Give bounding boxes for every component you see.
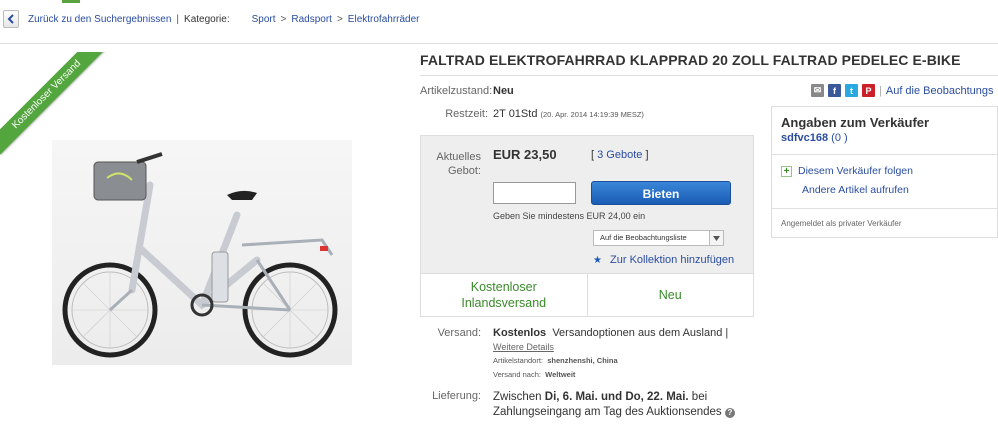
collection-row[interactable]: ★ Zur Kollektion hinzufügen bbox=[593, 254, 734, 266]
location-value: shenzhenshi, China bbox=[547, 356, 618, 365]
shipping-details-link[interactable]: Weitere Details bbox=[493, 342, 554, 352]
back-button[interactable] bbox=[3, 10, 19, 28]
seller-score[interactable]: (0 ) bbox=[831, 132, 848, 144]
chevron-down-icon bbox=[709, 231, 723, 245]
follow-seller-link[interactable]: Diesem Verkäufer folgen bbox=[798, 165, 913, 177]
badge-row: Kostenloser Inlandsversand Neu bbox=[420, 273, 754, 317]
delivery-bei: bei bbox=[691, 391, 708, 403]
time-label: Restzeit: bbox=[445, 108, 488, 120]
back-to-results-link[interactable]: Zurück zu den Suchergebnissen bbox=[28, 14, 171, 25]
delivery-und: und bbox=[601, 391, 623, 403]
ships-to: Versand nach: Weltweit bbox=[493, 370, 575, 379]
time-detail: (20. Apr. 2014 14:19:39 MESZ) bbox=[540, 110, 644, 119]
bid-button[interactable]: Bieten bbox=[591, 181, 731, 205]
email-icon[interactable]: ✉ bbox=[811, 84, 824, 97]
shipping-cost: Kostenlos bbox=[493, 327, 547, 339]
breadcrumb-radsport[interactable]: Radsport bbox=[291, 14, 332, 25]
product-photo[interactable] bbox=[52, 140, 352, 365]
shipping-options: Versandoptionen aus dem Ausland | bbox=[552, 327, 729, 339]
ships-to-label: Versand nach: bbox=[493, 370, 541, 379]
free-shipping-badge: Kostenloser Inlandsversand bbox=[421, 274, 588, 316]
follow-seller-row[interactable]: + Diesem Verkäufer folgen bbox=[781, 165, 913, 177]
divider bbox=[772, 208, 998, 209]
current-price: EUR 23,50 bbox=[493, 147, 557, 162]
delivery-date-2: Do, 22. Mai. bbox=[625, 391, 689, 403]
seller-type: Angemeldet als privater Verkäufer bbox=[781, 219, 902, 228]
plus-icon: + bbox=[781, 165, 792, 177]
twitter-icon[interactable]: t bbox=[845, 84, 858, 97]
delivery-line-2: Zahlungseingang am Tag des Auktionsendes bbox=[493, 406, 722, 418]
share-bar: ✉ f t P | Auf die Beobachtungs bbox=[811, 84, 994, 97]
condition-label: Artikelzustand: bbox=[420, 85, 493, 97]
bid-amount-input[interactable] bbox=[493, 182, 576, 204]
listing-title: FALTRAD ELEKTROFAHRRAD KLAPPRAD 20 ZOLL … bbox=[420, 52, 961, 68]
shipping-value: Kostenlos Versandoptionen aus dem Auslan… bbox=[493, 327, 728, 339]
other-items-link[interactable]: Andere Artikel aufrufen bbox=[802, 184, 909, 196]
pinterest-icon[interactable]: P bbox=[862, 84, 875, 97]
condition-badge: Neu bbox=[658, 288, 682, 302]
product-image-area[interactable]: Kostenloser Versand bbox=[0, 52, 410, 425]
kategorie-label: Kategorie: bbox=[184, 13, 230, 25]
watchlist-select-label: Auf die Beobachtungsliste bbox=[600, 233, 687, 242]
watch-link[interactable]: Auf die Beobachtungs bbox=[886, 85, 994, 97]
condition-value: Neu bbox=[493, 85, 514, 97]
divider bbox=[772, 154, 998, 155]
breadcrumb-sep: > bbox=[336, 13, 343, 25]
location-label: Artikelstandort: bbox=[493, 356, 544, 365]
facebook-icon[interactable]: f bbox=[828, 84, 841, 97]
bids-bracket-close: ] bbox=[645, 149, 649, 161]
share-sep: | bbox=[879, 84, 882, 97]
bid-count: [ 3 Gebote ] bbox=[591, 149, 649, 161]
collection-link[interactable]: Zur Kollektion hinzufügen bbox=[610, 254, 734, 266]
breadcrumb: Zurück zu den Suchergebnissen | Kategori… bbox=[0, 7, 998, 31]
shipping-label: Versand: bbox=[437, 327, 481, 339]
item-location: Artikelstandort: shenzhenshi, China bbox=[493, 356, 618, 365]
divider bbox=[420, 75, 998, 76]
current-bid-label-2: Gebot: bbox=[447, 165, 481, 177]
delivery-text-1: Zwischen bbox=[493, 391, 542, 403]
free-shipping-line-1: Kostenloser bbox=[470, 280, 537, 294]
ships-to-value: Weltweit bbox=[545, 370, 576, 379]
free-shipping-line-2: Inlandsversand bbox=[461, 296, 547, 310]
seller-name-row: sdfvc168 (0 ) bbox=[781, 132, 848, 144]
current-bid-label: Aktuelles Gebot: bbox=[420, 150, 481, 178]
top-strip bbox=[0, 0, 998, 4]
current-bid-label-1: Aktuelles bbox=[436, 151, 481, 163]
breadcrumb-elektrofahrraeder[interactable]: Elektrofahrräder bbox=[348, 14, 420, 25]
help-icon[interactable]: ? bbox=[724, 408, 735, 418]
top-accent bbox=[62, 0, 80, 3]
breadcrumb-sep: > bbox=[280, 13, 287, 25]
bids-bracket-open: [ bbox=[591, 149, 595, 161]
breadcrumb-sport[interactable]: Sport bbox=[252, 14, 276, 25]
seller-header: Angaben zum Verkäufer bbox=[781, 115, 930, 130]
watchlist-select[interactable]: Auf die Beobachtungsliste bbox=[593, 230, 724, 246]
star-icon: ★ bbox=[593, 255, 602, 266]
divider bbox=[0, 43, 998, 44]
time-remaining: 2T 01Std (20. Apr. 2014 14:19:39 MESZ) bbox=[493, 108, 644, 120]
min-bid-hint: Geben Sie mindestens EUR 24,00 ein bbox=[493, 211, 646, 221]
delivery-value: Zwischen Di, 6. Mai. und Do, 22. Mai. be… bbox=[493, 390, 735, 420]
ebike-image bbox=[62, 152, 338, 358]
delivery-label: Lieferung: bbox=[432, 390, 481, 402]
time-value: 2T 01Std bbox=[493, 108, 538, 120]
delivery-date-1: Di, 6. Mai. bbox=[544, 391, 598, 403]
chevron-left-icon bbox=[7, 14, 14, 24]
bids-link[interactable]: 3 Gebote bbox=[597, 149, 642, 161]
seller-box: Angaben zum Verkäufer sdfvc168 (0 ) + Di… bbox=[771, 106, 998, 238]
seller-name[interactable]: sdfvc168 bbox=[781, 132, 828, 144]
